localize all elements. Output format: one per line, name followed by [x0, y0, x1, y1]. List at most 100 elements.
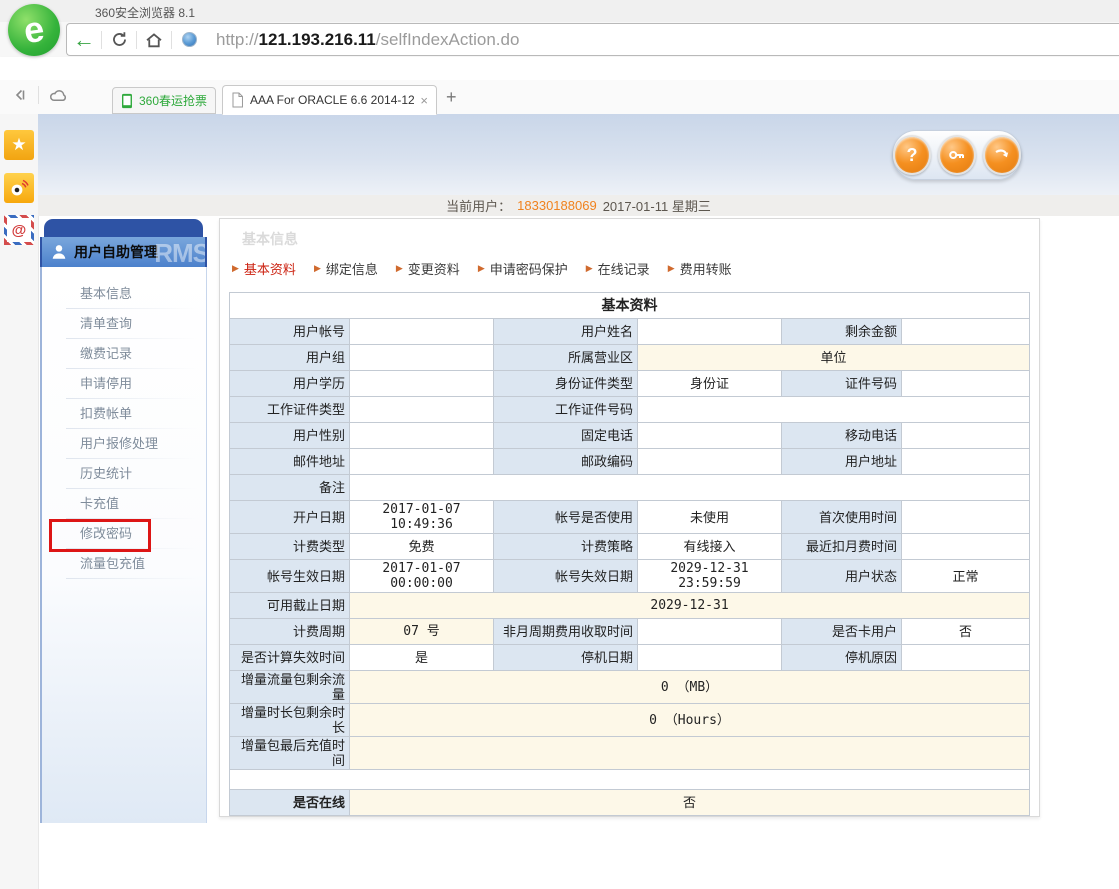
field-label: 证件号码: [782, 371, 902, 397]
field-value: [350, 737, 1030, 770]
weibo-button[interactable]: [4, 173, 34, 203]
current-date: 2017-01-11 星期三: [603, 196, 711, 215]
content-tab-label: 绑定信息: [326, 259, 378, 278]
browser-tab-ticket[interactable]: 360春运抢票: [112, 87, 216, 114]
field-label: 帐号生效日期: [230, 560, 350, 593]
field-label: 可用截止日期: [230, 593, 350, 619]
field-value: [638, 645, 782, 671]
home-icon: [145, 31, 163, 49]
sidebar-item-label: 修改密码: [80, 526, 132, 541]
weibo-eye-icon: [8, 177, 30, 199]
content-tab[interactable]: ▶基本资料: [232, 259, 296, 278]
browser-tab-bar: 360春运抢票 AAA For ORACLE 6.6 2014-12 × +: [0, 80, 1119, 115]
content-tab[interactable]: ▶绑定信息: [314, 259, 378, 278]
field-value: [902, 423, 1030, 449]
content-tab-label: 变更资料: [408, 259, 460, 278]
field-value: [902, 645, 1030, 671]
field-value: [350, 371, 494, 397]
field-value: [638, 423, 782, 449]
mail-button[interactable]: @: [4, 215, 34, 245]
sidebar-item[interactable]: 卡充值: [42, 489, 206, 519]
url-text[interactable]: http://121.193.216.11/selfIndexAction.do: [216, 30, 519, 50]
new-tab-button[interactable]: +: [446, 88, 457, 106]
cloud-sync-button[interactable]: [45, 87, 71, 103]
field-label: 用户性别: [230, 423, 350, 449]
browser-360-logo-icon[interactable]: e: [8, 4, 60, 56]
field-label: 非月周期费用收取时间: [494, 619, 638, 645]
tab-arrow-icon: ▶: [586, 263, 593, 274]
tab-arrow-icon: ▶: [668, 263, 675, 274]
field-label: 邮政编码: [494, 449, 638, 475]
field-label: 移动电话: [782, 423, 902, 449]
field-value: 否: [902, 619, 1030, 645]
sidebar-item-label: 卡充值: [80, 496, 119, 511]
sidebar-item[interactable]: 基本信息: [42, 279, 206, 309]
page-icon: [231, 92, 244, 108]
content-tab[interactable]: ▶费用转账: [668, 259, 732, 278]
content-tab[interactable]: ▶申请密码保护: [478, 259, 568, 278]
content-tab[interactable]: ▶在线记录: [586, 259, 650, 278]
sidebar-item-label: 历史统计: [80, 466, 132, 481]
sidebar-item[interactable]: 扣费帐单: [42, 399, 206, 429]
field-label: 增量包最后充值时间: [230, 737, 350, 770]
panel-title: 基本信息: [242, 229, 1039, 249]
field-label: 增量时长包剩余时长: [230, 704, 350, 737]
field-label: 用户组: [230, 345, 350, 371]
banner-button-group: ?: [892, 130, 1022, 180]
tab-arrow-icon: ▶: [396, 263, 403, 274]
field-label: 用户帐号: [230, 319, 350, 345]
browser-tab-aaa-oracle[interactable]: AAA For ORACLE 6.6 2014-12 ×: [222, 85, 437, 115]
phone-icon: [121, 93, 133, 109]
field-label: 最近扣月费时间: [782, 534, 902, 560]
sidebar-item[interactable]: 清单查询: [42, 309, 206, 339]
sidebar-item[interactable]: 修改密码: [42, 519, 206, 549]
address-bar[interactable]: ← http://121.193.216.11/selfIndexAction.…: [66, 23, 1119, 56]
window-title: 360安全浏览器 8.1: [95, 4, 195, 21]
field-value: 单位: [638, 345, 1030, 371]
field-label: 用户地址: [782, 449, 902, 475]
sidebar-item[interactable]: 申请停用: [42, 369, 206, 399]
refresh-button[interactable]: [102, 24, 136, 55]
collapse-tabs-button[interactable]: [8, 87, 32, 103]
sidebar-watermark: RMS: [154, 238, 207, 267]
field-label: 剩余金额: [782, 319, 902, 345]
field-value: 是: [350, 645, 494, 671]
url-prefix: http://: [216, 30, 259, 49]
content-tabs: ▶基本资料▶绑定信息▶变更资料▶申请密码保护▶在线记录▶费用转账: [232, 259, 1039, 278]
collapse-left-icon: [12, 87, 28, 103]
field-label: 帐号是否使用: [494, 501, 638, 534]
logout-button[interactable]: [983, 135, 1021, 175]
field-value: [230, 770, 1030, 790]
sidebar-item[interactable]: 用户报修处理: [42, 429, 206, 459]
sidebar-item[interactable]: 流量包充值: [42, 549, 206, 579]
sidebar-item[interactable]: 缴费记录: [42, 339, 206, 369]
back-button[interactable]: ←: [67, 24, 101, 55]
tab-close-icon[interactable]: ×: [420, 93, 428, 108]
sidebar-title: 用户自助管理: [74, 242, 158, 262]
page-banner: ?: [38, 114, 1119, 195]
field-label: 开户日期: [230, 501, 350, 534]
site-globe-icon: [172, 24, 206, 55]
field-value: [350, 345, 494, 371]
sidebar-header: 用户自助管理 RMS: [40, 237, 207, 267]
home-button[interactable]: [137, 24, 171, 55]
content-tab[interactable]: ▶ 变更资料: [396, 259, 460, 278]
field-value: 2017-01-07 00:00:00: [350, 560, 494, 593]
field-label: 计费类型: [230, 534, 350, 560]
field-label: 工作证件类型: [230, 397, 350, 423]
field-value: [350, 475, 1030, 501]
help-button[interactable]: ?: [893, 135, 931, 175]
field-label: 工作证件号码: [494, 397, 638, 423]
password-button[interactable]: [938, 135, 976, 175]
basic-info-table: 基本资料 用户帐号用户姓名剩余金额用户组所属营业区单位用户学历身份证件类型身份证…: [229, 292, 1030, 816]
field-value: [902, 501, 1030, 534]
field-value: 2029-12-31 23:59:59: [638, 560, 782, 593]
field-label: 身份证件类型: [494, 371, 638, 397]
current-user-label: 当前用户：: [446, 196, 511, 215]
main-panel: 基本信息 ▶基本资料▶绑定信息▶变更资料▶申请密码保护▶在线记录▶费用转账 基本…: [219, 218, 1040, 817]
sidebar-item[interactable]: 历史统计: [42, 459, 206, 489]
favorites-button[interactable]: ★: [4, 130, 34, 160]
address-bar-row: ← http://121.193.216.11/selfIndexAction.…: [0, 22, 1119, 57]
sidebar-item-label: 申请停用: [80, 376, 132, 391]
field-value: [902, 319, 1030, 345]
